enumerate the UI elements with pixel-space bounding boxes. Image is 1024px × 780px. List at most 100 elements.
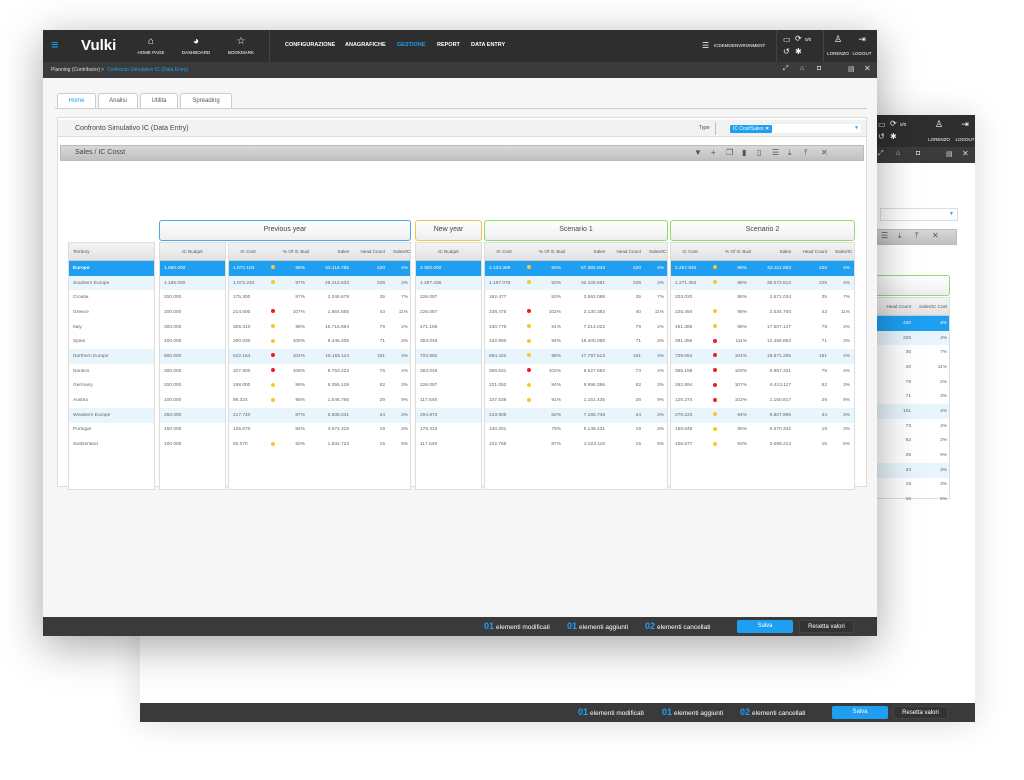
table-row[interactable]: 739.064 104% 18.671.265 161 4%	[671, 349, 854, 364]
table-row[interactable]: 366.631 102% 9.627.692 73 4%	[485, 364, 667, 379]
hc-cell[interactable]: 79	[609, 325, 645, 330]
table-row[interactable]: 305.310 98% 15.715.894 79 2%	[229, 320, 410, 335]
ratio-cell[interactable]: 3%	[645, 339, 668, 344]
table-row[interactable]: Austria	[69, 393, 154, 408]
col-cost[interactable]: IC Cost	[485, 249, 523, 254]
ratio-cell[interactable]: 9%	[831, 398, 854, 403]
cost-cell[interactable]: 125.670	[229, 427, 267, 432]
print-icon[interactable]: ▭	[783, 35, 791, 44]
table-row[interactable]: 120.274 102% 1.160.817 29 9%	[671, 393, 854, 408]
hc-cell[interactable]: 19	[609, 427, 645, 432]
ratio-cell[interactable]: 3%	[831, 383, 854, 388]
history-icon[interactable]: ↺	[783, 47, 790, 56]
close-icon[interactable]: ✕	[864, 64, 871, 73]
save-button[interactable]: Salva	[832, 706, 888, 719]
budget-cell[interactable]: 471.195	[416, 325, 481, 330]
ratio-cell[interactable]: 3%	[645, 427, 668, 432]
hc-cell[interactable]: 62	[795, 383, 831, 388]
tab-spreading[interactable]: Spreading	[180, 93, 232, 108]
hc-cell[interactable]: 420	[795, 266, 831, 271]
sales-cell[interactable]: 9.627.692	[565, 369, 609, 374]
hc-cell[interactable]: 15	[353, 442, 389, 447]
budget-cell[interactable]: 226.087	[416, 310, 481, 315]
table-row[interactable]: 200.030 100% 9.446.205 71 3%	[229, 334, 410, 349]
cost-cell[interactable]: 238.475	[485, 310, 523, 315]
sales-cell[interactable]: 2.130.383	[565, 310, 609, 315]
table-row[interactable]: 1.872.104 98% 52.116.785 420 4%	[229, 261, 410, 276]
close-grid-icon[interactable]: ✕	[821, 146, 828, 160]
ratio-cell[interactable]: 4%	[389, 354, 412, 359]
table-row[interactable]: 451.385 98% 17.607.147 79 2%	[671, 320, 854, 335]
hc-cell[interactable]: 34	[609, 413, 645, 418]
hc-cell[interactable]: 79	[795, 325, 831, 330]
menu-anagrafiche[interactable]: ANAGRAFICHE	[345, 42, 386, 48]
table-row[interactable]: 327.900 109% 8.753.223 75 4%	[229, 364, 410, 379]
ratio-cell[interactable]: 4%	[645, 354, 668, 359]
table-row[interactable]: 694.422 98% 17.797.513 161 4%	[485, 349, 667, 364]
table-row[interactable]: 294.872	[416, 407, 481, 423]
col-hc[interactable]: Head Count	[795, 249, 831, 254]
table-row[interactable]: 175.300 87% 2.346.679 35 7%	[229, 290, 410, 305]
ratio-cell[interactable]: 7%	[645, 295, 668, 300]
sales-cell[interactable]: 12.456.863	[751, 339, 795, 344]
table-row[interactable]: 332.950 94% 19.400.088 71 3%	[485, 334, 667, 349]
cost-cell[interactable]: 305.310	[229, 325, 267, 330]
cost-cell[interactable]: 203.020	[671, 295, 709, 300]
ratio-cell[interactable]: 4%	[831, 281, 854, 286]
table-row[interactable]: Croatia	[69, 290, 154, 305]
cost-cell[interactable]: 391.356	[671, 339, 709, 344]
cost-cell[interactable]: 262.894	[671, 383, 709, 388]
ratio-cell[interactable]: 9%	[915, 453, 951, 458]
budget-cell[interactable]: 300.000	[160, 325, 225, 330]
sales-cell[interactable]: 32.426.681	[565, 281, 609, 286]
budget-cell[interactable]: 1.397.436	[416, 281, 481, 286]
sales-cell[interactable]: 1.160.817	[751, 398, 795, 403]
pct-cell[interactable]: 93%	[535, 266, 565, 271]
cost-cell[interactable]: 182.477	[485, 295, 523, 300]
file-icon[interactable]: ▯	[757, 146, 761, 160]
cost-cell[interactable]: 140.201	[485, 427, 523, 432]
cost-cell[interactable]: 365.158	[671, 369, 709, 374]
nav-dashboard[interactable]: DASHBOARD	[176, 50, 216, 55]
pct-cell[interactable]: 104%	[721, 354, 751, 359]
table-row[interactable]: 140.201 79% 5.146.431 19 3%	[485, 423, 667, 438]
table-row[interactable]: 238.475 102% 2.130.383 40 11%	[485, 305, 667, 320]
pct-cell[interactable]: 98%	[721, 281, 751, 286]
hc-cell[interactable]: 43	[795, 310, 831, 315]
hc-cell[interactable]: 26	[609, 398, 645, 403]
expand-icon[interactable]: ⤢	[783, 65, 789, 73]
hc-cell[interactable]: 71	[353, 339, 389, 344]
table-row[interactable]: Switzerland	[69, 437, 154, 452]
col-sales[interactable]: Sales	[309, 249, 353, 254]
table-row[interactable]: 107.539 91% 1.151.435 26 9%	[485, 393, 667, 408]
menu-gestione[interactable]: GESTIONE	[397, 42, 425, 48]
pct-cell[interactable]: 91%	[535, 325, 565, 330]
cost-cell[interactable]: 96.324	[229, 398, 267, 403]
table-row[interactable]: 2.300.000	[416, 261, 481, 276]
hc-cell[interactable]: 34	[353, 413, 389, 418]
budget-cell[interactable]: 400.000	[160, 339, 225, 344]
cost-cell[interactable]: 622.164	[229, 354, 267, 359]
sync-icon[interactable]: ⟳	[795, 34, 802, 43]
pct-cell[interactable]: 93%	[721, 442, 751, 447]
table-row[interactable]: Southern Europe	[69, 275, 154, 291]
filter-icon[interactable]: ▼	[694, 146, 702, 160]
table-row[interactable]: 226.087	[416, 379, 481, 394]
sales-cell[interactable]: 6.508.041	[309, 413, 353, 418]
table-row[interactable]: 353.046	[416, 334, 481, 349]
sales-cell[interactable]: 17.607.147	[751, 325, 795, 330]
sales-cell[interactable]: 35.072.812	[751, 281, 795, 286]
nav-bookmark[interactable]: BOOKMARK	[221, 50, 261, 55]
cost-cell[interactable]: 221.052	[485, 383, 523, 388]
nav-home-page[interactable]: HOME PAGE	[131, 50, 171, 55]
tab-home[interactable]: Home	[57, 93, 96, 108]
col-pct[interactable]: % Of IC Budget	[535, 249, 565, 254]
table-row[interactable]: 400.000	[160, 334, 225, 349]
pct-cell[interactable]: 98%	[535, 354, 565, 359]
table-row[interactable]: 176.423	[416, 423, 481, 438]
table-row[interactable]: 1.197.076 93% 32.426.681 225 4%	[485, 275, 667, 291]
sales-cell[interactable]: 8.753.223	[309, 369, 353, 374]
ratio-cell[interactable]: 4%	[831, 354, 854, 359]
col-ratio[interactable]: Sales/IC Cost	[645, 249, 668, 254]
budget-cell[interactable]: 703.992	[416, 354, 481, 359]
